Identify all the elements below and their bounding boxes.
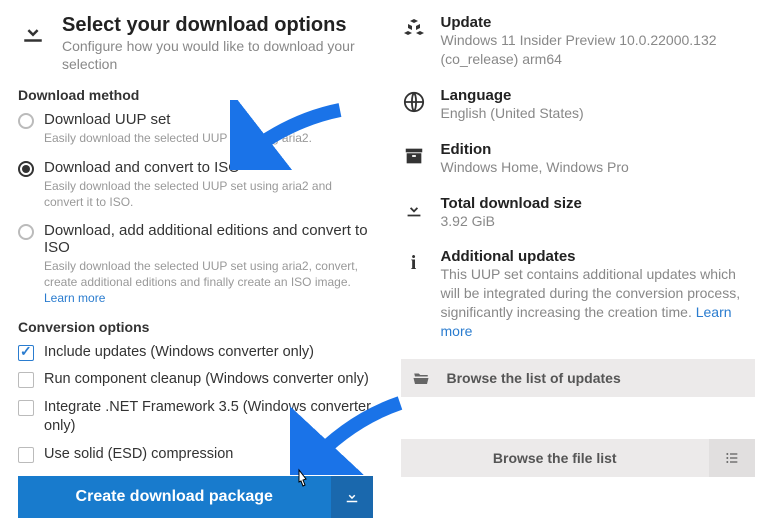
- additional-updates-desc: This UUP set contains additional updates…: [441, 265, 756, 341]
- radio-label: Download and convert to ISO: [44, 159, 373, 176]
- browse-updates-button[interactable]: Browse the list of updates: [401, 359, 756, 397]
- language-title: Language: [441, 87, 756, 104]
- checkbox-label: Include updates (Windows converter only): [44, 343, 314, 362]
- learn-more-link[interactable]: Learn more: [44, 291, 105, 305]
- checkbox-label: Use solid (ESD) compression: [44, 445, 233, 464]
- checkbox-icon: [18, 447, 34, 463]
- list-icon: [709, 439, 755, 477]
- conversion-options-title: Conversion options: [18, 319, 373, 335]
- radio-label: Download, add additional editions and co…: [44, 222, 373, 256]
- checkbox-icon: [18, 345, 34, 361]
- checkbox-icon: [18, 400, 34, 416]
- checkbox-component-cleanup[interactable]: Run component cleanup (Windows converter…: [18, 370, 373, 389]
- button-label: Create download package: [18, 488, 331, 506]
- size-title: Total download size: [441, 195, 756, 212]
- radio-icon: [18, 161, 34, 177]
- create-download-package-button[interactable]: Create download package: [18, 476, 373, 518]
- edition-title: Edition: [441, 141, 756, 158]
- update-title: Update: [441, 14, 756, 31]
- browse-file-list-button[interactable]: Browse the file list: [401, 439, 756, 477]
- download-icon: [18, 18, 48, 48]
- button-label: Browse the list of updates: [441, 370, 756, 386]
- radio-desc: Easily download the selected UUP set usi…: [44, 130, 373, 146]
- checkbox-include-updates[interactable]: Include updates (Windows converter only): [18, 343, 373, 362]
- radio-additional-editions-iso[interactable]: Download, add additional editions and co…: [18, 222, 373, 307]
- download-size-icon: [401, 197, 427, 223]
- edition-value: Windows Home, Windows Pro: [441, 158, 756, 177]
- download-method-title: Download method: [18, 87, 373, 103]
- size-value: 3.92 GiB: [441, 212, 756, 231]
- info-icon: i: [401, 250, 427, 276]
- folder-open-icon: [401, 369, 441, 387]
- button-label: Browse the file list: [401, 450, 710, 466]
- page-title: Select your download options: [62, 14, 373, 37]
- additional-updates-title: Additional updates: [441, 248, 756, 265]
- update-value: Windows 11 Insider Preview 10.0.22000.13…: [441, 31, 756, 69]
- radio-label: Download UUP set: [44, 111, 373, 128]
- globe-icon: [401, 89, 427, 115]
- checkbox-label: Run component cleanup (Windows converter…: [44, 370, 369, 389]
- archive-icon: [401, 143, 427, 169]
- radio-desc: Easily download the selected UUP set usi…: [44, 178, 373, 210]
- checkbox-icon: [18, 372, 34, 388]
- checkbox-label: Integrate .NET Framework 3.5 (Windows co…: [44, 398, 373, 436]
- language-value: English (United States): [441, 104, 756, 123]
- radio-icon: [18, 224, 34, 240]
- radio-convert-iso[interactable]: Download and convert to ISO Easily downl…: [18, 159, 373, 210]
- checkbox-dotnet-35[interactable]: Integrate .NET Framework 3.5 (Windows co…: [18, 398, 373, 436]
- download-icon: [331, 476, 373, 518]
- radio-desc: Easily download the selected UUP set usi…: [44, 258, 373, 307]
- radio-download-uup[interactable]: Download UUP set Easily download the sel…: [18, 111, 373, 146]
- checkbox-esd-compression[interactable]: Use solid (ESD) compression: [18, 445, 373, 464]
- page-subtitle: Configure how you would like to download…: [62, 37, 373, 73]
- radio-icon: [18, 113, 34, 129]
- cubes-icon: [401, 16, 427, 42]
